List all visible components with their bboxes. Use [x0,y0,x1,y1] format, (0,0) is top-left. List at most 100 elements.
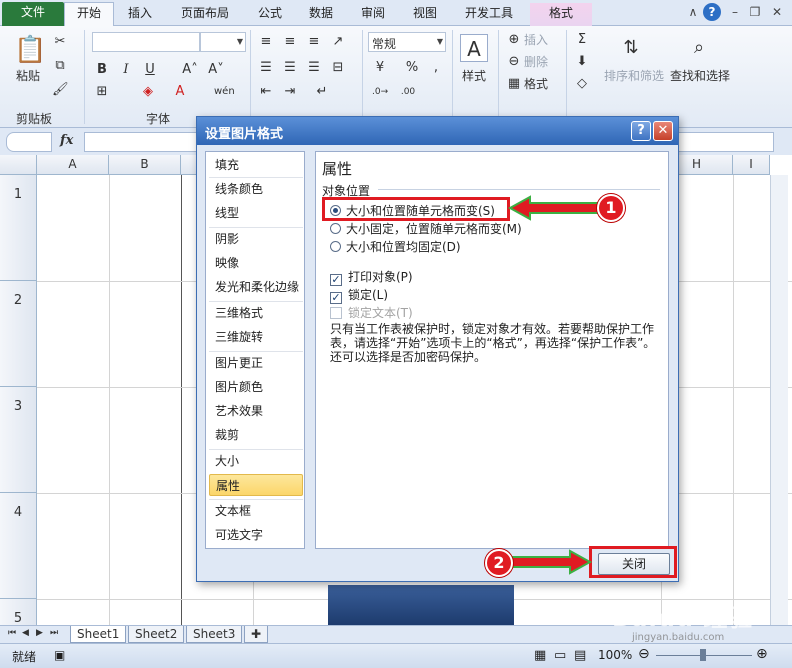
function-icon[interactable]: fx [60,133,73,148]
decrease-decimal-icon[interactable]: .00 [400,84,416,100]
select-all-corner[interactable] [0,155,37,175]
increase-decimal-icon[interactable]: .0→ [372,84,388,100]
zoom-slider-thumb[interactable] [700,649,706,661]
wrap-text-icon[interactable]: ↵ [314,84,330,100]
phonetic-icon[interactable]: wén [214,84,235,100]
minimize-icon[interactable]: – [726,3,744,21]
cut-icon[interactable]: ✂ [52,34,68,50]
currency-icon[interactable]: ¥ [372,60,388,76]
styles-button[interactable]: 样式 [462,68,486,84]
column-header[interactable]: A [37,155,109,175]
align-top-icon[interactable]: ≡ [258,34,274,50]
format-cells-button[interactable]: 格式 [524,76,548,92]
increase-indent-icon[interactable]: ⇥ [282,84,298,100]
insert-cells-icon[interactable]: ⊕ [506,32,522,48]
delete-cells-icon[interactable]: ⊖ [506,54,522,70]
nav-item-reflection[interactable]: 映像 [209,252,303,274]
column-header[interactable]: I [733,155,770,175]
autosum-icon[interactable]: Σ [574,32,590,48]
insert-sheet-icon[interactable]: ✚ [244,626,269,643]
font-size-combo[interactable]: ▼ [200,32,246,52]
last-sheet-icon[interactable]: ⏭ [50,628,58,638]
nav-item-picture-corrections[interactable]: 图片更正 [209,352,303,374]
row-header[interactable]: 3 [0,387,37,493]
close-icon[interactable]: ✕ [768,3,786,21]
dialog-title-bar[interactable]: 设置图片格式 ? ✕ [197,117,678,145]
grow-font-icon[interactable]: A˄ [182,62,198,78]
insert-cells-button[interactable]: 插入 [524,32,548,48]
align-middle-icon[interactable]: ≡ [282,34,298,50]
zoom-in-icon[interactable]: ⊕ [756,646,768,662]
orientation-icon[interactable]: ↗ [330,34,346,50]
decrease-indent-icon[interactable]: ⇤ [258,84,274,100]
dialog-close-x-button[interactable]: ✕ [653,121,673,141]
tab-developer[interactable]: 开发工具 [456,3,522,26]
dialog-help-button[interactable]: ? [631,121,651,141]
nav-item-size[interactable]: 大小 [209,450,303,472]
first-sheet-icon[interactable]: ⏮ [8,628,16,638]
nav-item-alt-text[interactable]: 可选文字 [209,524,303,546]
nav-item-text-box[interactable]: 文本框 [209,500,303,522]
nav-item-line-style[interactable]: 线型 [209,202,303,224]
next-sheet-icon[interactable]: ▶ [36,628,43,638]
align-left-icon[interactable]: ☰ [258,60,274,76]
number-format-combo[interactable]: 常规 ▼ [368,32,446,52]
row-header[interactable]: 1 [0,175,37,281]
merge-icon[interactable]: ⊟ [330,60,346,76]
prev-sheet-icon[interactable]: ◀ [22,628,29,638]
nav-item-picture-color[interactable]: 图片颜色 [209,376,303,398]
page-break-view-icon[interactable]: ▤ [574,648,586,663]
tab-insert[interactable]: 插入 [118,3,162,26]
tab-page-layout[interactable]: 页面布局 [170,3,240,26]
nav-item-glow[interactable]: 发光和柔化边缘 [209,276,303,298]
sheet-tab[interactable]: Sheet3 [186,626,243,643]
name-box[interactable] [6,132,52,152]
tab-formulas[interactable]: 公式 [250,3,290,26]
styles-icon[interactable]: A [460,34,488,62]
tab-review[interactable]: 审阅 [352,3,394,26]
tab-format[interactable]: 格式 [530,3,592,26]
delete-cells-button[interactable]: 删除 [524,54,548,70]
nav-item-shadow[interactable]: 阴影 [209,228,303,250]
border-icon[interactable]: ⊞ [94,84,110,100]
column-header[interactable]: B [109,155,181,175]
copy-icon[interactable]: ⧉ [52,58,68,74]
row-header[interactable]: 4 [0,493,37,599]
font-name-combo[interactable] [92,32,200,52]
checkbox-locked[interactable]: ✓ 锁定(L) [330,286,388,304]
nav-item-3d-format[interactable]: 三维格式 [209,302,303,324]
italic-icon[interactable]: I [118,62,134,78]
normal-view-icon[interactable]: ▦ [534,648,546,663]
minimize-ribbon-icon[interactable]: ∧ [684,3,702,21]
zoom-level[interactable]: 100% [598,648,632,662]
tab-home[interactable]: 开始 [64,2,114,27]
tab-file[interactable]: 文件 [2,2,64,26]
shrink-font-icon[interactable]: A˅ [208,62,224,78]
picture-object[interactable] [328,585,514,625]
nav-item-line-color[interactable]: 线条颜色 [209,178,303,200]
checkbox-print-object[interactable]: ✓ 打印对象(P) [330,268,413,286]
find-select-button[interactable]: 查找和选择 [670,68,730,84]
fill-icon[interactable]: ⬇ [574,54,590,70]
binoculars-icon[interactable]: ⌕ [684,34,714,62]
row-header[interactable]: 2 [0,281,37,387]
paste-icon[interactable]: 📋 [14,34,46,66]
align-bottom-icon[interactable]: ≡ [306,34,322,50]
font-color-icon[interactable]: A [172,84,188,100]
format-painter-icon[interactable]: 🖌 [52,82,69,98]
align-right-icon[interactable]: ☰ [306,60,322,76]
sort-filter-icon[interactable]: ⇅ [616,34,646,62]
tab-view[interactable]: 视图 [404,3,446,26]
underline-icon[interactable]: U [142,62,158,78]
comma-style-icon[interactable]: , [428,60,444,76]
restore-icon[interactable]: ❐ [746,3,764,21]
help-icon[interactable]: ? [703,3,721,21]
percent-icon[interactable]: % [404,60,420,76]
nav-item-artistic-effects[interactable]: 艺术效果 [209,400,303,422]
nav-item-3d-rotation[interactable]: 三维旋转 [209,326,303,348]
paste-button[interactable]: 粘贴 [16,68,40,84]
sort-filter-button[interactable]: 排序和筛选 [604,68,664,84]
sheet-tab[interactable]: Sheet2 [128,626,185,643]
tab-data[interactable]: 数据 [300,3,342,26]
nav-item-properties[interactable]: 属性 [209,474,303,496]
